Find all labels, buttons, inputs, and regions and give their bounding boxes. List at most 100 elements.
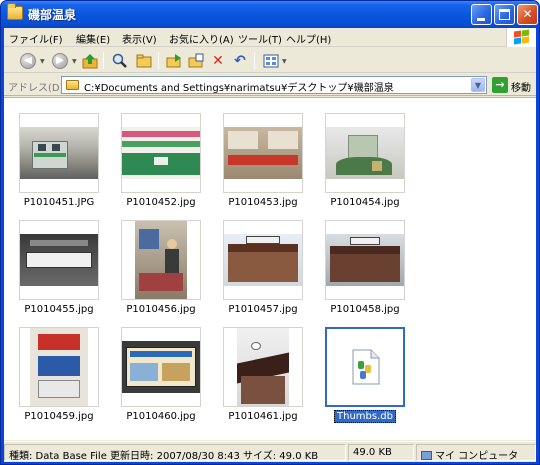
file-item[interactable]: P1010454.jpg [315,103,415,208]
computer-icon [421,451,432,460]
search-icon [112,53,127,68]
photo-thumbnail [326,127,404,179]
delete-icon: ✕ [212,52,224,69]
copy-to-button[interactable] [186,51,206,70]
status-location-text: マイ コンピュータ [435,451,519,461]
undo-button[interactable]: ↶ [230,51,250,70]
back-icon: ◀ [20,52,36,69]
views-icon [263,54,279,67]
database-file-icon [352,349,380,385]
photo-thumbnail [122,127,200,179]
menu-help[interactable]: ヘルプ(H) [286,31,331,46]
move-to-button[interactable] [164,51,184,70]
back-dropdown-icon[interactable]: ▼ [40,58,45,65]
forward-dropdown-icon[interactable]: ▼ [72,58,77,65]
copy-to-icon [188,53,204,67]
thumbnail-frame [223,220,303,300]
minimize-button[interactable] [471,4,492,25]
go-button[interactable]: 移動 [511,79,531,94]
back-button[interactable]: ◀ [18,51,38,70]
photo-thumbnail [122,341,200,393]
file-name: P1010455.jpg [24,304,94,315]
close-button[interactable]: ✕ [517,4,538,25]
menu-view[interactable]: 表示(V) [122,31,157,46]
file-item[interactable]: P1010455.jpg [9,210,109,315]
file-item[interactable]: P1010457.jpg [213,210,313,315]
menu-favorites[interactable]: お気に入り(A) [169,31,234,46]
menu-tools[interactable]: ツール(T) [238,31,282,46]
menu-edit[interactable]: 編集(E) [76,31,110,46]
views-button[interactable] [261,51,281,70]
file-item[interactable]: P1010459.jpg [9,317,109,422]
explorer-window: 磯部温泉 ✕ ファイル(F) 編集(E) 表示(V) お気に入り(A) ツール(… [0,0,540,465]
views-dropdown-icon[interactable]: ▼ [282,58,287,65]
file-item[interactable]: P1010456.jpg [111,210,211,315]
folders-icon [136,54,152,67]
toolbar-separator [158,52,159,69]
menu-bar: ファイル(F) 編集(E) 表示(V) お気に入り(A) ツール(T) ヘルプ(… [4,28,536,47]
thumbnail-frame [19,327,99,407]
file-view[interactable]: P1010451.JPG P1010452.jpg P1010453.jpg P… [4,97,536,440]
file-item-selected[interactable]: Thumbs.db [315,317,415,423]
photo-thumbnail [20,234,98,286]
forward-icon: ▶ [52,52,68,69]
file-name: P1010457.jpg [228,304,298,315]
address-path: C:¥Documents and Settings¥narimatsu¥デスクト… [84,83,394,94]
maximize-button[interactable] [494,4,515,25]
photo-thumbnail [224,127,302,179]
window-client: ファイル(F) 編集(E) 表示(V) お気に入り(A) ツール(T) ヘルプ(… [4,28,536,462]
file-item[interactable]: P1010461.jpg [213,317,313,422]
file-name: P1010451.JPG [23,197,95,208]
status-bar: 種類: Data Base File 更新日時: 2007/08/30 8:43… [4,441,536,462]
address-input[interactable]: C:¥Documents and Settings¥narimatsu¥デスクト… [61,76,487,94]
chevron-down-icon[interactable]: ▼ [471,78,485,92]
toolbar-separator [103,52,104,69]
go-arrow-icon[interactable]: → [492,77,508,93]
title-bar[interactable]: 磯部温泉 ✕ [1,1,539,28]
search-button[interactable] [110,51,130,70]
thumbnail-frame [121,327,201,407]
file-name: P1010460.jpg [126,411,196,422]
thumbnail-frame [19,113,99,193]
menu-file[interactable]: ファイル(F) [9,31,63,46]
file-item[interactable]: P1010452.jpg [111,103,211,208]
photo-thumbnail [224,234,302,286]
thumbnail-frame [121,113,201,193]
file-name: Thumbs.db [315,410,415,423]
file-name: P1010456.jpg [126,304,196,315]
folder-icon [7,3,23,20]
photo-thumbnail [237,328,289,406]
file-item[interactable]: P1010458.jpg [315,210,415,315]
photo-thumbnail [30,328,88,406]
file-item[interactable]: P1010460.jpg [111,317,211,422]
thumbnail-frame [325,327,405,407]
file-name: P1010458.jpg [330,304,400,315]
up-folder-icon [82,53,98,68]
file-name: P1010461.jpg [228,411,298,422]
close-icon: ✕ [522,7,533,21]
thumbnail-frame [325,113,405,193]
file-name: P1010452.jpg [126,197,196,208]
thumbnail-frame [121,220,201,300]
file-name: P1010454.jpg [330,197,400,208]
thumbnail-frame [19,220,99,300]
address-label: アドレス(D) [8,83,64,94]
forward-button[interactable]: ▶ [50,51,70,70]
status-location: マイ コンピュータ [416,444,536,461]
undo-icon: ↶ [234,52,246,69]
window-title: 磯部温泉 [28,8,77,22]
folders-button[interactable] [134,51,154,70]
file-item[interactable]: P1010451.JPG [9,103,109,208]
toolbar-separator [254,52,255,69]
status-details: 種類: Data Base File 更新日時: 2007/08/30 8:43… [4,444,346,461]
photo-thumbnail [326,234,404,286]
status-size: 49.0 KB [348,444,414,461]
photo-thumbnail [135,221,187,299]
move-to-icon [166,53,181,67]
file-item[interactable]: P1010453.jpg [213,103,313,208]
thumbnail-frame [223,327,303,407]
up-folder-button[interactable] [80,51,100,70]
maximize-icon [499,9,510,20]
delete-button[interactable]: ✕ [208,51,228,70]
folder-icon [66,80,79,90]
